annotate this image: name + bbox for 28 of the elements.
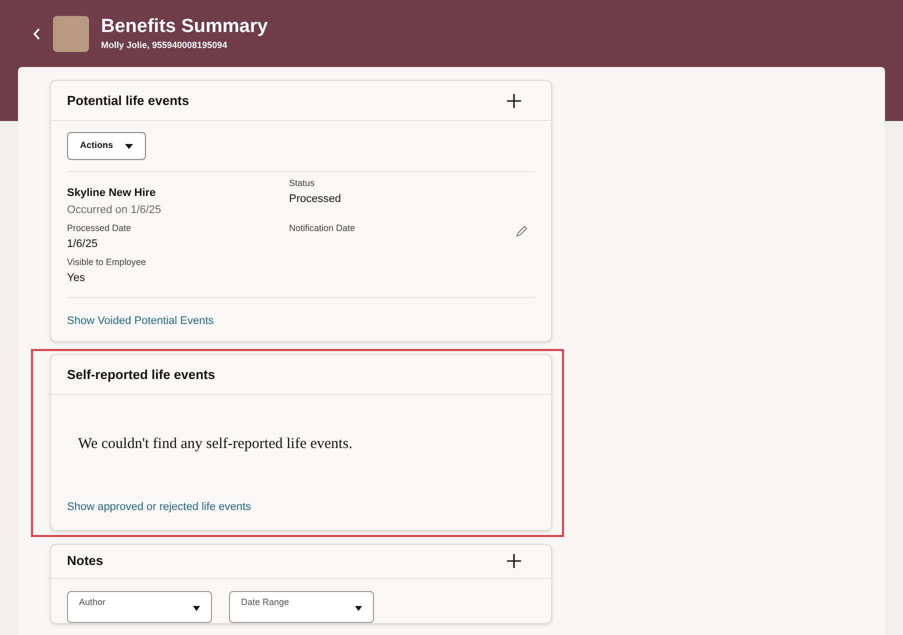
card-title: Notes [67, 552, 104, 570]
filter-dropdown[interactable]: Author [67, 590, 212, 622]
back-icon[interactable] [33, 28, 41, 40]
add-icon[interactable] [506, 553, 522, 569]
pencil-icon[interactable] [515, 225, 528, 238]
field-label: Status [289, 177, 316, 190]
event-occurred: Occurred on 1/6/25 [67, 202, 162, 218]
field-label: Visible to Employee [67, 256, 147, 269]
add-icon[interactable] [506, 92, 522, 108]
actions-button[interactable]: Actions [67, 132, 146, 160]
card-title: Self-reported life events [67, 366, 216, 384]
card-title: Potential life events [67, 92, 190, 110]
employee-subtitle: Molly Jolie, 955940008195094 [101, 38, 228, 52]
field-value: Processed [289, 192, 342, 206]
caret-icon [125, 144, 134, 148]
empty-message: We couldn't find any self-reported life events. [77, 435, 354, 454]
field-label: Notification Date [289, 222, 356, 235]
show-voided-link[interactable]: Show Voided Potential Events [67, 315, 214, 327]
avatar-placeholder [53, 16, 89, 52]
filter-dropdown[interactable]: Date Range [229, 590, 374, 622]
field-label: Processed Date [67, 222, 132, 235]
show-approved-link[interactable]: Show approved or rejected life events [67, 500, 252, 512]
caret-icon [355, 606, 362, 610]
event-name: Skyline New Hire [67, 186, 157, 201]
field-value: Yes [67, 270, 86, 286]
field-value: 1/6/25 [67, 236, 99, 252]
caret-icon [193, 606, 200, 610]
page-title: Benefits Summary [101, 14, 268, 39]
